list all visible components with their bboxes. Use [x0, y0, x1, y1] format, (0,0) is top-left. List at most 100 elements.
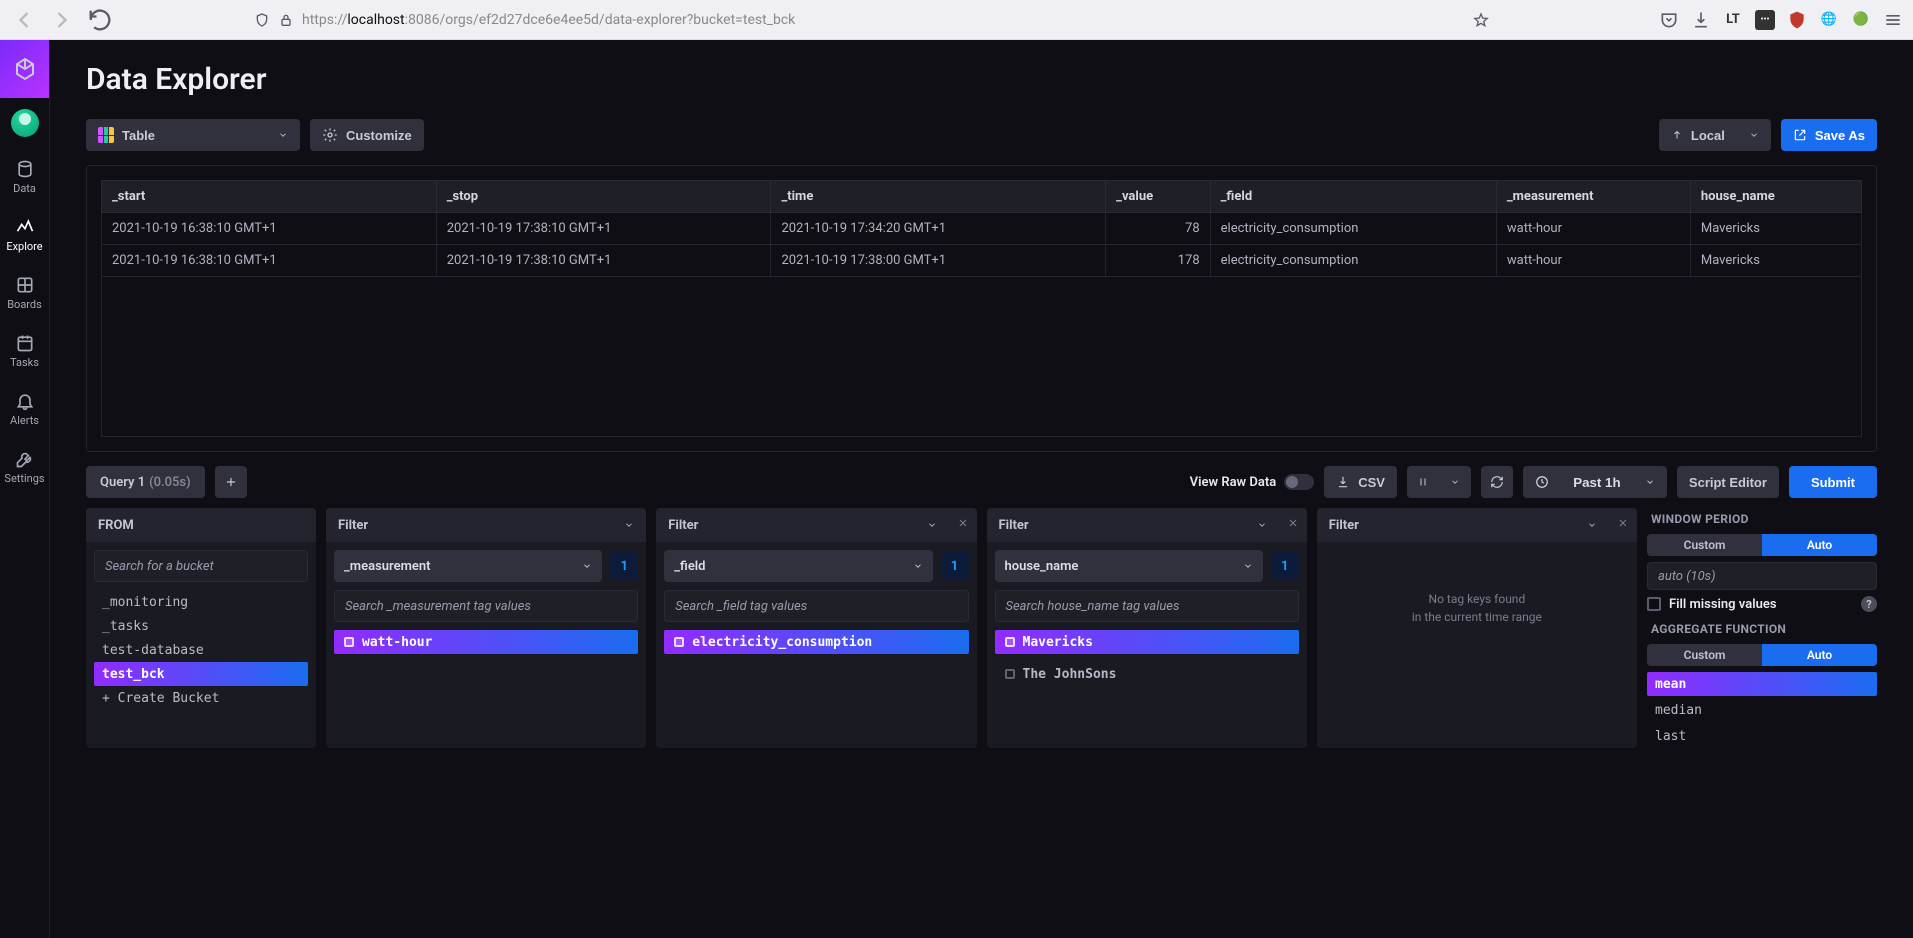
- app-logo[interactable]: [0, 40, 49, 98]
- table-cell: 2021-10-19 17:38:10 GMT+1: [436, 245, 771, 277]
- seg-auto[interactable]: Auto: [1762, 534, 1877, 556]
- ext2-icon[interactable]: •••: [1755, 10, 1775, 30]
- table-header[interactable]: _measurement: [1496, 181, 1690, 213]
- table-header[interactable]: _field: [1210, 181, 1496, 213]
- close-icon[interactable]: [1279, 517, 1307, 533]
- close-icon[interactable]: [1609, 517, 1637, 533]
- refresh-interval-dropdown[interactable]: [1439, 466, 1471, 498]
- bucket-item[interactable]: test_bck: [94, 662, 308, 686]
- sidebar-item-settings[interactable]: Settings: [0, 438, 49, 496]
- filter-panel: FilterNo tag keys foundin the current ti…: [1317, 508, 1637, 748]
- aggregate-function-segment[interactable]: Custom Auto: [1647, 644, 1877, 666]
- pocket-icon[interactable]: [1659, 10, 1679, 30]
- refresh-control[interactable]: [1407, 466, 1471, 498]
- star-icon[interactable]: [1473, 12, 1489, 28]
- filter-type-dropdown[interactable]: Filter: [656, 508, 948, 542]
- help-icon[interactable]: ?: [1861, 596, 1877, 612]
- bucket-search-input[interactable]: Search for a bucket: [94, 550, 308, 582]
- tag-value-item[interactable]: electricity_consumption: [664, 630, 968, 654]
- filter-type-dropdown[interactable]: Filter: [987, 508, 1279, 542]
- table-row: 2021-10-19 16:38:10 GMT+12021-10-19 17:3…: [102, 213, 1862, 245]
- bucket-item[interactable]: _monitoring: [94, 590, 308, 614]
- table-cell: watt-hour: [1496, 245, 1690, 277]
- sidebar-label: Settings: [4, 472, 44, 485]
- url-bar[interactable]: https://localhost:8086/orgs/ef2d27dce6e4…: [244, 5, 1499, 35]
- csv-button[interactable]: CSV: [1324, 466, 1397, 498]
- table-header[interactable]: house_name: [1690, 181, 1861, 213]
- checkbox-icon: [1647, 597, 1661, 611]
- arrow-up-icon: [1671, 129, 1683, 141]
- wrench-icon: [15, 449, 35, 469]
- table-cell: 78: [1106, 213, 1210, 245]
- lock-icon: [278, 12, 294, 28]
- save-as-button[interactable]: Save As: [1781, 119, 1877, 151]
- refresh-button[interactable]: [1481, 466, 1513, 498]
- sidebar-item-data[interactable]: Data: [0, 148, 49, 206]
- tag-key-dropdown[interactable]: _field: [664, 550, 932, 582]
- sidebar-item-tasks[interactable]: Tasks: [0, 322, 49, 380]
- tag-search-input[interactable]: Search house_name tag values: [995, 590, 1299, 622]
- ext1-icon[interactable]: LT: [1723, 10, 1743, 30]
- gear-icon: [322, 127, 338, 143]
- sidebar-item-alerts[interactable]: Alerts: [0, 380, 49, 438]
- user-avatar[interactable]: [0, 98, 49, 148]
- seg-custom[interactable]: Custom: [1647, 534, 1762, 556]
- seg-auto[interactable]: Auto: [1762, 644, 1877, 666]
- bucket-item[interactable]: test-database: [94, 638, 308, 662]
- bucket-item[interactable]: + Create Bucket: [94, 686, 308, 710]
- nav-back-button[interactable]: [10, 6, 38, 34]
- csv-label: CSV: [1358, 475, 1385, 490]
- ublock-icon[interactable]: [1787, 10, 1807, 30]
- filter-type-dropdown[interactable]: Filter: [326, 508, 646, 542]
- timezone-dropdown[interactable]: Local: [1659, 119, 1771, 151]
- download-icon[interactable]: [1691, 10, 1711, 30]
- tag-search-input[interactable]: Search _measurement tag values: [334, 590, 638, 622]
- query-tab[interactable]: Query 1 (0.05s): [86, 466, 205, 498]
- sidebar-item-boards[interactable]: Boards: [0, 264, 49, 322]
- time-range-dropdown[interactable]: Past 1h: [1523, 466, 1667, 498]
- add-query-button[interactable]: [215, 466, 247, 498]
- explore-icon: [15, 217, 35, 237]
- submit-button[interactable]: Submit: [1789, 466, 1877, 498]
- aggregate-function-title: AGGREGATE FUNCTION: [1647, 618, 1877, 638]
- bucket-item[interactable]: _tasks: [94, 614, 308, 638]
- data-table-panel: _start_stop_time_value_field_measurement…: [86, 165, 1877, 452]
- app-sidebar: Data Explore Boards Tasks Alerts Setting…: [0, 40, 50, 938]
- tag-search-input[interactable]: Search _field tag values: [664, 590, 968, 622]
- ext3-icon[interactable]: 🌐: [1819, 10, 1839, 30]
- filter-panel: Filter_field1Search _field tag valuesele…: [656, 508, 976, 748]
- table-cell: electricity_consumption: [1210, 213, 1496, 245]
- table-header[interactable]: _start: [102, 181, 437, 213]
- aggregate-function-item[interactable]: mean: [1647, 672, 1877, 696]
- window-period-segment[interactable]: Custom Auto: [1647, 534, 1877, 556]
- from-panel: FROM Search for a bucket _monitoring_tas…: [86, 508, 316, 748]
- tag-value-item[interactable]: The JohnSons: [995, 662, 1299, 686]
- seg-custom[interactable]: Custom: [1647, 644, 1762, 666]
- aggregate-function-item[interactable]: last: [1647, 724, 1877, 748]
- customize-button[interactable]: Customize: [310, 119, 424, 151]
- table-cell: 2021-10-19 16:38:10 GMT+1: [102, 245, 437, 277]
- tag-value-item[interactable]: watt-hour: [334, 630, 638, 654]
- raw-data-toggle[interactable]: View Raw Data: [1190, 474, 1315, 490]
- table-header[interactable]: _stop: [436, 181, 771, 213]
- nav-reload-button[interactable]: [86, 6, 114, 34]
- table-header[interactable]: _time: [771, 181, 1106, 213]
- table-header[interactable]: _value: [1106, 181, 1210, 213]
- chevron-down-icon: [278, 130, 288, 140]
- sidebar-label: Tasks: [10, 356, 39, 369]
- script-editor-button[interactable]: Script Editor: [1677, 466, 1779, 498]
- filter-panel: Filterhouse_name1Search house_name tag v…: [987, 508, 1307, 748]
- idm-icon[interactable]: 🟢: [1851, 10, 1871, 30]
- nav-forward-button[interactable]: [48, 6, 76, 34]
- view-type-dropdown[interactable]: Table: [86, 119, 300, 151]
- tag-value-item[interactable]: Mavericks: [995, 630, 1299, 654]
- menu-icon[interactable]: [1883, 10, 1903, 30]
- pause-button[interactable]: [1407, 466, 1439, 498]
- filter-type-dropdown[interactable]: Filter: [1317, 508, 1609, 542]
- aggregate-function-item[interactable]: median: [1647, 698, 1877, 722]
- sidebar-item-explore[interactable]: Explore: [0, 206, 49, 264]
- tag-key-dropdown[interactable]: _measurement: [334, 550, 602, 582]
- fill-missing-row[interactable]: Fill missing values ?: [1647, 596, 1877, 612]
- close-icon[interactable]: [949, 517, 977, 533]
- tag-key-dropdown[interactable]: house_name: [995, 550, 1263, 582]
